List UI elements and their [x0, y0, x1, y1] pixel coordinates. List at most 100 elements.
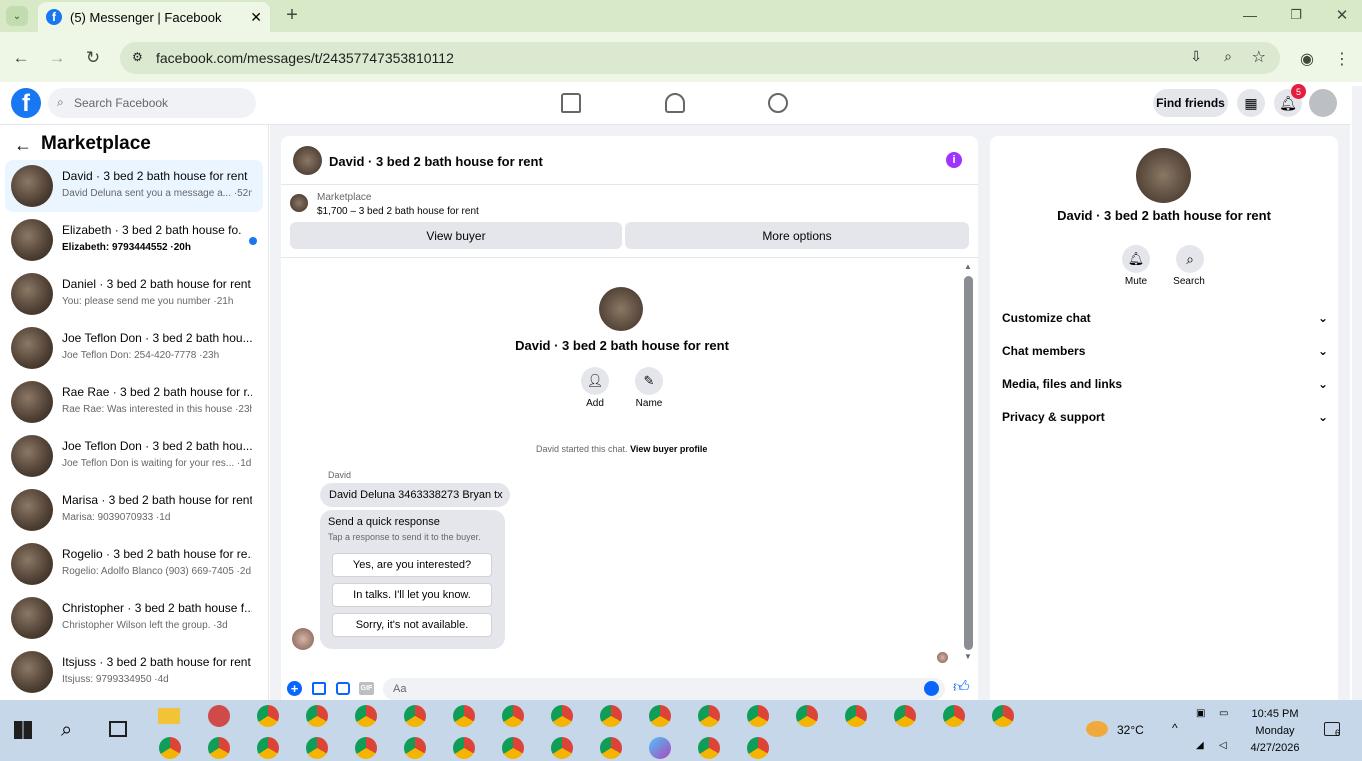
conversation-item[interactable]: Elizabeth · 3 bed 2 bath house fo... Eliz…: [5, 214, 263, 266]
chrome-icon[interactable]: [502, 737, 524, 759]
mute-bell-icon[interactable]: 🔔︎: [1122, 245, 1150, 273]
view-buyer-button[interactable]: View buyer: [290, 222, 622, 249]
message-input[interactable]: Aa: [383, 678, 945, 700]
search-input[interactable]: ⌕ Search Facebook: [48, 88, 256, 118]
media-files-section[interactable]: Media, files and links ⌄: [1002, 377, 1328, 391]
weather-temp[interactable]: 32°C: [1117, 723, 1144, 737]
quick-reply-button[interactable]: Sorry, it's not available.: [332, 613, 492, 637]
weather-icon[interactable]: [1086, 721, 1108, 737]
chrome-icon[interactable]: [747, 705, 769, 727]
info-icon[interactable]: i: [946, 152, 962, 168]
conversation-item[interactable]: Joe Teflon Don · 3 bed 2 bath hou... Joe …: [5, 430, 263, 482]
zoom-icon[interactable]: ⌕: [1224, 48, 1232, 65]
windows-start-icon[interactable]: [14, 721, 32, 739]
app-icon[interactable]: [208, 705, 230, 727]
groups-icon[interactable]: [768, 93, 788, 113]
like-thumb-icon[interactable]: 👍︎: [953, 678, 970, 697]
tab-search-icon[interactable]: ⌄: [6, 6, 28, 26]
conversation-item[interactable]: Rae Rae · 3 bed 2 bath house for r... Rae…: [5, 376, 263, 428]
chrome-icon[interactable]: [747, 737, 769, 759]
account-avatar[interactable]: [1309, 89, 1337, 117]
volume-icon[interactable]: ◁: [1219, 740, 1227, 751]
edit-name-icon[interactable]: ✎: [635, 367, 663, 395]
taskbar-search-icon[interactable]: ⌕: [61, 719, 72, 742]
chrome-icon[interactable]: [649, 705, 671, 727]
chrome-icon[interactable]: [159, 737, 181, 759]
copilot-icon[interactable]: [649, 737, 671, 759]
chrome-icon[interactable]: [845, 705, 867, 727]
find-friends-button[interactable]: Find friends: [1153, 89, 1228, 117]
conversation-item[interactable]: David · 3 bed 2 bath house for rent David…: [5, 160, 263, 212]
chrome-icon[interactable]: [355, 737, 377, 759]
view-buyer-profile-link[interactable]: View buyer profile: [630, 444, 707, 454]
chrome-icon[interactable]: [306, 705, 328, 727]
conversation-item[interactable]: Rogelio · 3 bed 2 bath house for re... Ro…: [5, 538, 263, 590]
close-tab-icon[interactable]: ✕: [250, 9, 262, 26]
chrome-icon[interactable]: [257, 705, 279, 727]
chrome-icon[interactable]: [698, 737, 720, 759]
chat-scrollbar[interactable]: [964, 276, 973, 650]
add-person-icon[interactable]: 👤︎: [581, 367, 609, 395]
conversation-item[interactable]: Daniel · 3 bed 2 bath house for rent You:…: [5, 268, 263, 320]
chrome-icon[interactable]: [502, 705, 524, 727]
privacy-support-section[interactable]: Privacy & support ⌄: [1002, 410, 1328, 424]
scroll-up-icon[interactable]: ▲: [964, 262, 972, 271]
minimize-icon[interactable]: —: [1240, 5, 1260, 25]
conversation-item[interactable]: Joe Teflon Don · 3 bed 2 bath hou... Joe …: [5, 322, 263, 374]
emoji-icon[interactable]: [924, 681, 939, 696]
close-window-icon[interactable]: ✕: [1332, 5, 1352, 25]
chrome-icon[interactable]: [306, 737, 328, 759]
chrome-icon[interactable]: [992, 705, 1014, 727]
restore-icon[interactable]: ❐: [1286, 5, 1306, 25]
home-icon[interactable]: [561, 93, 581, 113]
customize-chat-section[interactable]: Customize chat ⌄: [1002, 311, 1328, 325]
facebook-logo-icon[interactable]: f: [11, 88, 41, 118]
chat-avatar[interactable]: [293, 146, 322, 175]
chrome-icon[interactable]: [943, 705, 965, 727]
chrome-icon[interactable]: [453, 737, 475, 759]
chrome-icon[interactable]: [796, 705, 818, 727]
conversation-item[interactable]: Christopher · 3 bed 2 bath house f... Chr…: [5, 592, 263, 644]
conversation-item[interactable]: Marisa · 3 bed 2 bath house for rent Mari…: [5, 484, 263, 536]
search-in-chat-icon[interactable]: ⌕: [1176, 245, 1204, 273]
back-arrow-icon[interactable]: ←: [14, 135, 32, 156]
sticker-icon[interactable]: [336, 682, 350, 695]
forward-icon[interactable]: →: [46, 47, 68, 69]
quick-reply-button[interactable]: Yes, are you interested?: [332, 553, 492, 577]
file-explorer-icon[interactable]: [158, 708, 180, 724]
chrome-icon[interactable]: [894, 705, 916, 727]
task-view-icon[interactable]: [109, 721, 127, 737]
chrome-icon[interactable]: [551, 737, 573, 759]
chrome-icon[interactable]: [404, 705, 426, 727]
network-icon[interactable]: ▣: [1196, 708, 1205, 719]
new-tab-icon[interactable]: +: [282, 4, 302, 26]
plus-icon[interactable]: +: [287, 681, 302, 696]
menu-grid-icon[interactable]: ▦: [1237, 89, 1265, 117]
message-bubble[interactable]: David Deluna 3463338273 Bryan tx: [320, 483, 510, 507]
chrome-icon[interactable]: [600, 737, 622, 759]
clock[interactable]: 10:45 PM Monday 4/27/2026: [1244, 706, 1306, 757]
quick-reply-button[interactable]: In talks. I'll let you know.: [332, 583, 492, 607]
page-scrollbar[interactable]: [1352, 86, 1362, 700]
chrome-icon[interactable]: [551, 705, 573, 727]
browser-menu-icon[interactable]: ⋮: [1334, 48, 1350, 70]
gif-icon[interactable]: GIF: [359, 682, 374, 695]
reload-icon[interactable]: ↻: [82, 47, 104, 69]
chrome-icon[interactable]: [404, 737, 426, 759]
friends-icon[interactable]: [665, 93, 685, 113]
bookmark-star-icon[interactable]: ☆: [1252, 47, 1266, 67]
chat-members-section[interactable]: Chat members ⌄: [1002, 344, 1328, 358]
chrome-icon[interactable]: [208, 737, 230, 759]
install-icon[interactable]: ⇩: [1190, 48, 1202, 65]
chat-title[interactable]: David · 3 bed 2 bath house for rent: [329, 154, 543, 169]
browser-tab[interactable]: f (5) Messenger | Facebook ✕: [38, 2, 270, 32]
more-options-button[interactable]: More options: [625, 222, 969, 249]
address-bar[interactable]: ⚙ facebook.com/messages/t/24357747353810…: [120, 42, 1280, 74]
chrome-icon[interactable]: [600, 705, 622, 727]
chrome-icon[interactable]: [698, 705, 720, 727]
site-info-icon[interactable]: ⚙: [132, 50, 143, 64]
show-hidden-icons-chevron-icon[interactable]: ^: [1172, 721, 1178, 735]
scroll-down-icon[interactable]: ▼: [964, 652, 972, 661]
chrome-icon[interactable]: [453, 705, 475, 727]
wifi-icon[interactable]: ◢: [1196, 740, 1204, 751]
